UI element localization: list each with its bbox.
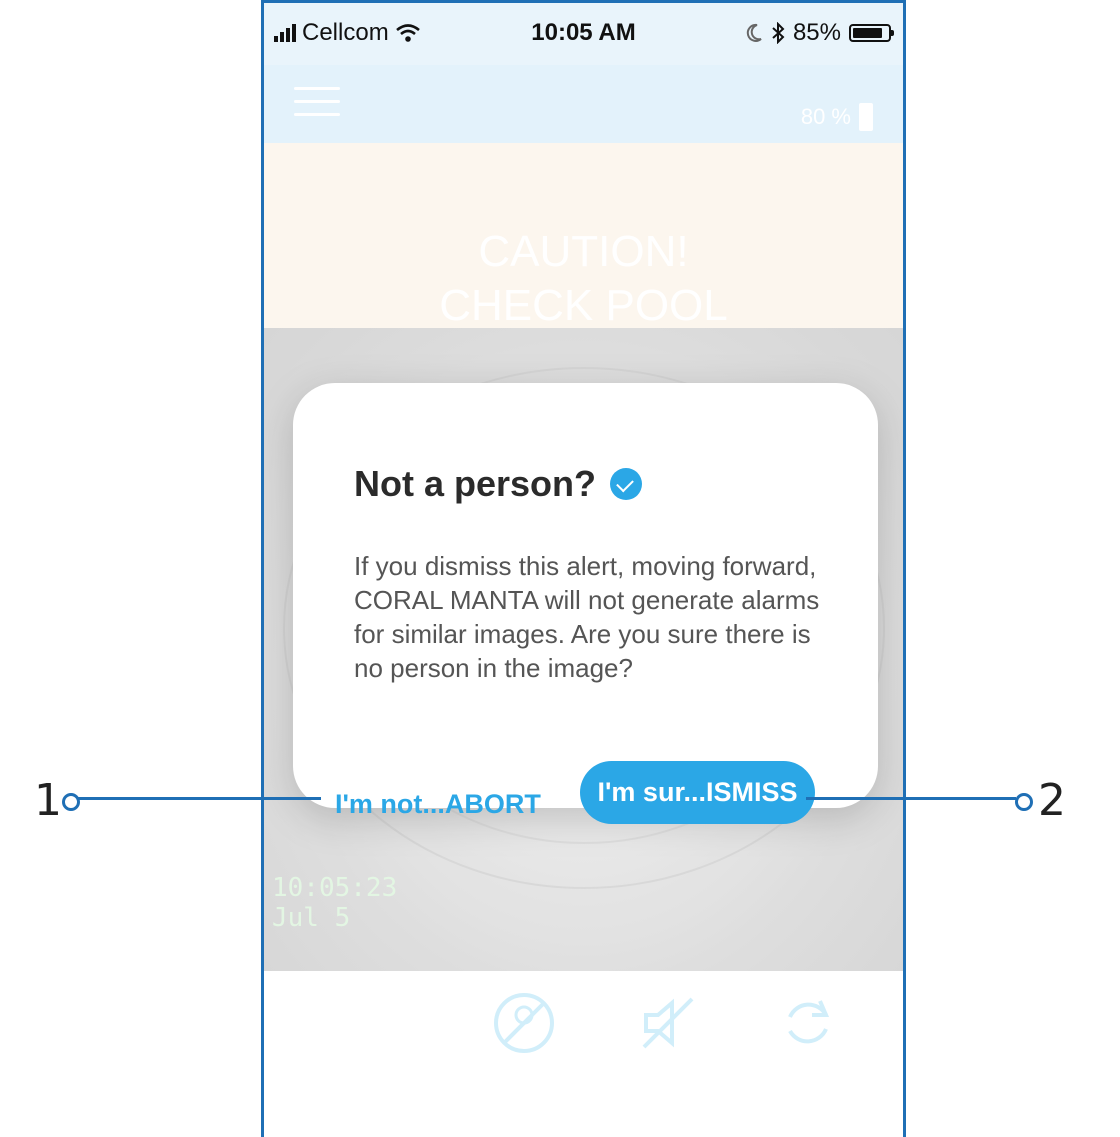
callout-number-2: 2 [1038, 775, 1066, 826]
callout-line-2 [806, 797, 1016, 800]
bluetooth-icon [772, 22, 785, 44]
abort-button[interactable]: I'm not...ABORT [335, 789, 541, 820]
phone-frame: Cellcom 10:05 AM 85% 80 % CAUTION! CHECK… [261, 0, 906, 1137]
dialog-title-row: Not a person? [354, 463, 643, 505]
status-right-group: 85% [745, 19, 894, 47]
not-a-person-dialog: Not a person? If you dismiss this alert,… [293, 383, 878, 824]
callout-line-1 [77, 797, 321, 800]
dismiss-button[interactable]: I'm sur...ISMISS [580, 761, 815, 824]
battery-percent: 85% [792, 19, 841, 46]
moon-icon [746, 23, 762, 42]
callout-dot-2 [1015, 793, 1033, 811]
dialog-body: If you dismiss this alert, moving forwar… [354, 551, 820, 683]
status-bar: Cellcom 10:05 AM 85% [264, 3, 903, 65]
check-circle-icon [610, 468, 643, 500]
battery-icon [849, 24, 894, 42]
callout-number-1: 1 [34, 775, 62, 826]
callout-dot-1 [62, 793, 80, 811]
dialog-title: Not a person? [354, 463, 597, 504]
